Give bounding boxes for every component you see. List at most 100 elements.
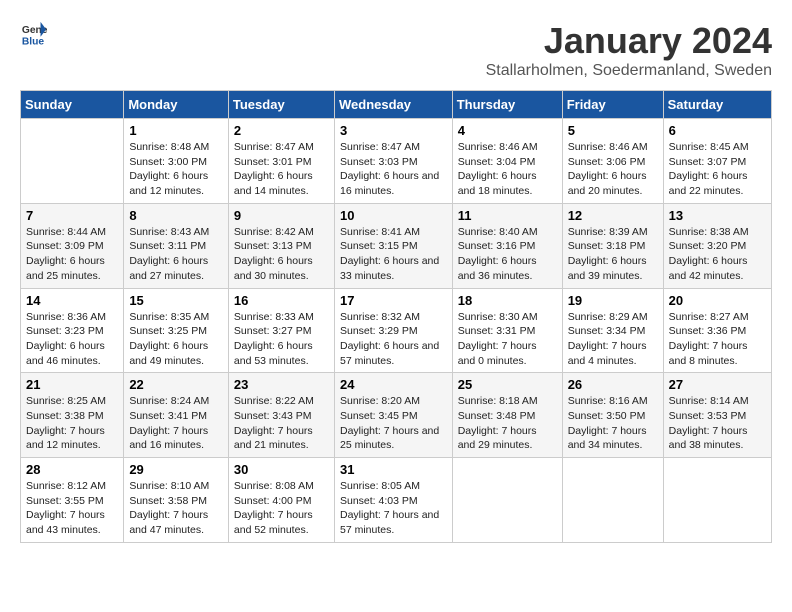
day-info: Sunrise: 8:43 AM Sunset: 3:11 PM Dayligh… xyxy=(129,225,223,284)
daylight-text: Daylight: 7 hours and 43 minutes. xyxy=(26,509,105,536)
sunrise-text: Sunrise: 8:12 AM xyxy=(26,480,106,492)
day-info: Sunrise: 8:35 AM Sunset: 3:25 PM Dayligh… xyxy=(129,310,223,369)
calendar-cell: 2 Sunrise: 8:47 AM Sunset: 3:01 PM Dayli… xyxy=(228,119,334,204)
sunrise-text: Sunrise: 8:16 AM xyxy=(568,395,648,407)
calendar-cell: 30 Sunrise: 8:08 AM Sunset: 4:00 PM Dayl… xyxy=(228,458,334,543)
header-friday: Friday xyxy=(562,91,663,119)
day-info: Sunrise: 8:38 AM Sunset: 3:20 PM Dayligh… xyxy=(669,225,766,284)
sunset-text: Sunset: 3:09 PM xyxy=(26,240,104,252)
calendar-cell: 21 Sunrise: 8:25 AM Sunset: 3:38 PM Dayl… xyxy=(21,373,124,458)
day-info: Sunrise: 8:10 AM Sunset: 3:58 PM Dayligh… xyxy=(129,479,223,538)
day-number: 13 xyxy=(669,208,766,223)
calendar-week-3: 14 Sunrise: 8:36 AM Sunset: 3:23 PM Dayl… xyxy=(21,288,772,373)
calendar-cell: 15 Sunrise: 8:35 AM Sunset: 3:25 PM Dayl… xyxy=(124,288,229,373)
sunset-text: Sunset: 3:20 PM xyxy=(669,240,747,252)
day-number: 28 xyxy=(26,462,118,477)
calendar-week-5: 28 Sunrise: 8:12 AM Sunset: 3:55 PM Dayl… xyxy=(21,458,772,543)
calendar-week-2: 7 Sunrise: 8:44 AM Sunset: 3:09 PM Dayli… xyxy=(21,203,772,288)
calendar-cell: 17 Sunrise: 8:32 AM Sunset: 3:29 PM Dayl… xyxy=(334,288,452,373)
day-info: Sunrise: 8:41 AM Sunset: 3:15 PM Dayligh… xyxy=(340,225,447,284)
day-info: Sunrise: 8:29 AM Sunset: 3:34 PM Dayligh… xyxy=(568,310,658,369)
sunset-text: Sunset: 3:41 PM xyxy=(129,410,207,422)
day-info: Sunrise: 8:25 AM Sunset: 3:38 PM Dayligh… xyxy=(26,394,118,453)
day-number: 7 xyxy=(26,208,118,223)
daylight-text: Daylight: 7 hours and 4 minutes. xyxy=(568,340,647,367)
sunrise-text: Sunrise: 8:47 AM xyxy=(234,141,314,153)
sunrise-text: Sunrise: 8:38 AM xyxy=(669,226,749,238)
calendar-subtitle: Stallarholmen, Soedermanland, Sweden xyxy=(486,62,772,80)
calendar-cell: 16 Sunrise: 8:33 AM Sunset: 3:27 PM Dayl… xyxy=(228,288,334,373)
sunset-text: Sunset: 4:00 PM xyxy=(234,495,312,507)
calendar-cell: 13 Sunrise: 8:38 AM Sunset: 3:20 PM Dayl… xyxy=(663,203,771,288)
header-wednesday: Wednesday xyxy=(334,91,452,119)
calendar-cell: 19 Sunrise: 8:29 AM Sunset: 3:34 PM Dayl… xyxy=(562,288,663,373)
calendar-cell xyxy=(21,119,124,204)
day-number: 21 xyxy=(26,377,118,392)
calendar-week-4: 21 Sunrise: 8:25 AM Sunset: 3:38 PM Dayl… xyxy=(21,373,772,458)
sunrise-text: Sunrise: 8:36 AM xyxy=(26,311,106,323)
sunset-text: Sunset: 3:58 PM xyxy=(129,495,207,507)
calendar-cell: 6 Sunrise: 8:45 AM Sunset: 3:07 PM Dayli… xyxy=(663,119,771,204)
daylight-text: Daylight: 7 hours and 29 minutes. xyxy=(458,425,537,452)
day-number: 6 xyxy=(669,123,766,138)
header-sunday: Sunday xyxy=(21,91,124,119)
sunset-text: Sunset: 3:13 PM xyxy=(234,240,312,252)
day-number: 11 xyxy=(458,208,557,223)
day-number: 8 xyxy=(129,208,223,223)
sunrise-text: Sunrise: 8:30 AM xyxy=(458,311,538,323)
sunset-text: Sunset: 3:36 PM xyxy=(669,325,747,337)
daylight-text: Daylight: 6 hours and 18 minutes. xyxy=(458,170,537,197)
sunset-text: Sunset: 3:55 PM xyxy=(26,495,104,507)
day-info: Sunrise: 8:05 AM Sunset: 4:03 PM Dayligh… xyxy=(340,479,447,538)
day-info: Sunrise: 8:22 AM Sunset: 3:43 PM Dayligh… xyxy=(234,394,329,453)
sunrise-text: Sunrise: 8:33 AM xyxy=(234,311,314,323)
day-info: Sunrise: 8:36 AM Sunset: 3:23 PM Dayligh… xyxy=(26,310,118,369)
day-info: Sunrise: 8:30 AM Sunset: 3:31 PM Dayligh… xyxy=(458,310,557,369)
daylight-text: Daylight: 7 hours and 12 minutes. xyxy=(26,425,105,452)
calendar-cell: 28 Sunrise: 8:12 AM Sunset: 3:55 PM Dayl… xyxy=(21,458,124,543)
sunrise-text: Sunrise: 8:46 AM xyxy=(568,141,648,153)
day-number: 25 xyxy=(458,377,557,392)
sunset-text: Sunset: 3:48 PM xyxy=(458,410,536,422)
sunset-text: Sunset: 3:00 PM xyxy=(129,156,207,168)
sunrise-text: Sunrise: 8:25 AM xyxy=(26,395,106,407)
daylight-text: Daylight: 7 hours and 38 minutes. xyxy=(669,425,748,452)
day-number: 3 xyxy=(340,123,447,138)
daylight-text: Daylight: 6 hours and 36 minutes. xyxy=(458,255,537,282)
day-number: 23 xyxy=(234,377,329,392)
day-info: Sunrise: 8:44 AM Sunset: 3:09 PM Dayligh… xyxy=(26,225,118,284)
day-number: 31 xyxy=(340,462,447,477)
sunrise-text: Sunrise: 8:08 AM xyxy=(234,480,314,492)
header-saturday: Saturday xyxy=(663,91,771,119)
sunset-text: Sunset: 3:53 PM xyxy=(669,410,747,422)
day-number: 18 xyxy=(458,293,557,308)
calendar-cell: 27 Sunrise: 8:14 AM Sunset: 3:53 PM Dayl… xyxy=(663,373,771,458)
sunrise-text: Sunrise: 8:44 AM xyxy=(26,226,106,238)
sunrise-text: Sunrise: 8:46 AM xyxy=(458,141,538,153)
day-number: 1 xyxy=(129,123,223,138)
calendar-cell xyxy=(452,458,562,543)
sunrise-text: Sunrise: 8:22 AM xyxy=(234,395,314,407)
day-number: 27 xyxy=(669,377,766,392)
sunrise-text: Sunrise: 8:27 AM xyxy=(669,311,749,323)
day-info: Sunrise: 8:47 AM Sunset: 3:03 PM Dayligh… xyxy=(340,140,447,199)
calendar-cell xyxy=(562,458,663,543)
calendar-cell: 3 Sunrise: 8:47 AM Sunset: 3:03 PM Dayli… xyxy=(334,119,452,204)
sunset-text: Sunset: 3:31 PM xyxy=(458,325,536,337)
sunrise-text: Sunrise: 8:24 AM xyxy=(129,395,209,407)
sunset-text: Sunset: 3:45 PM xyxy=(340,410,418,422)
sunset-text: Sunset: 3:16 PM xyxy=(458,240,536,252)
sunrise-text: Sunrise: 8:43 AM xyxy=(129,226,209,238)
sunset-text: Sunset: 3:34 PM xyxy=(568,325,646,337)
daylight-text: Daylight: 6 hours and 42 minutes. xyxy=(669,255,748,282)
day-info: Sunrise: 8:48 AM Sunset: 3:00 PM Dayligh… xyxy=(129,140,223,199)
calendar-cell: 31 Sunrise: 8:05 AM Sunset: 4:03 PM Dayl… xyxy=(334,458,452,543)
sunrise-text: Sunrise: 8:41 AM xyxy=(340,226,420,238)
daylight-text: Daylight: 7 hours and 52 minutes. xyxy=(234,509,313,536)
sunrise-text: Sunrise: 8:29 AM xyxy=(568,311,648,323)
daylight-text: Daylight: 7 hours and 8 minutes. xyxy=(669,340,748,367)
daylight-text: Daylight: 6 hours and 12 minutes. xyxy=(129,170,208,197)
daylight-text: Daylight: 6 hours and 57 minutes. xyxy=(340,340,439,367)
daylight-text: Daylight: 6 hours and 53 minutes. xyxy=(234,340,313,367)
sunset-text: Sunset: 3:06 PM xyxy=(568,156,646,168)
